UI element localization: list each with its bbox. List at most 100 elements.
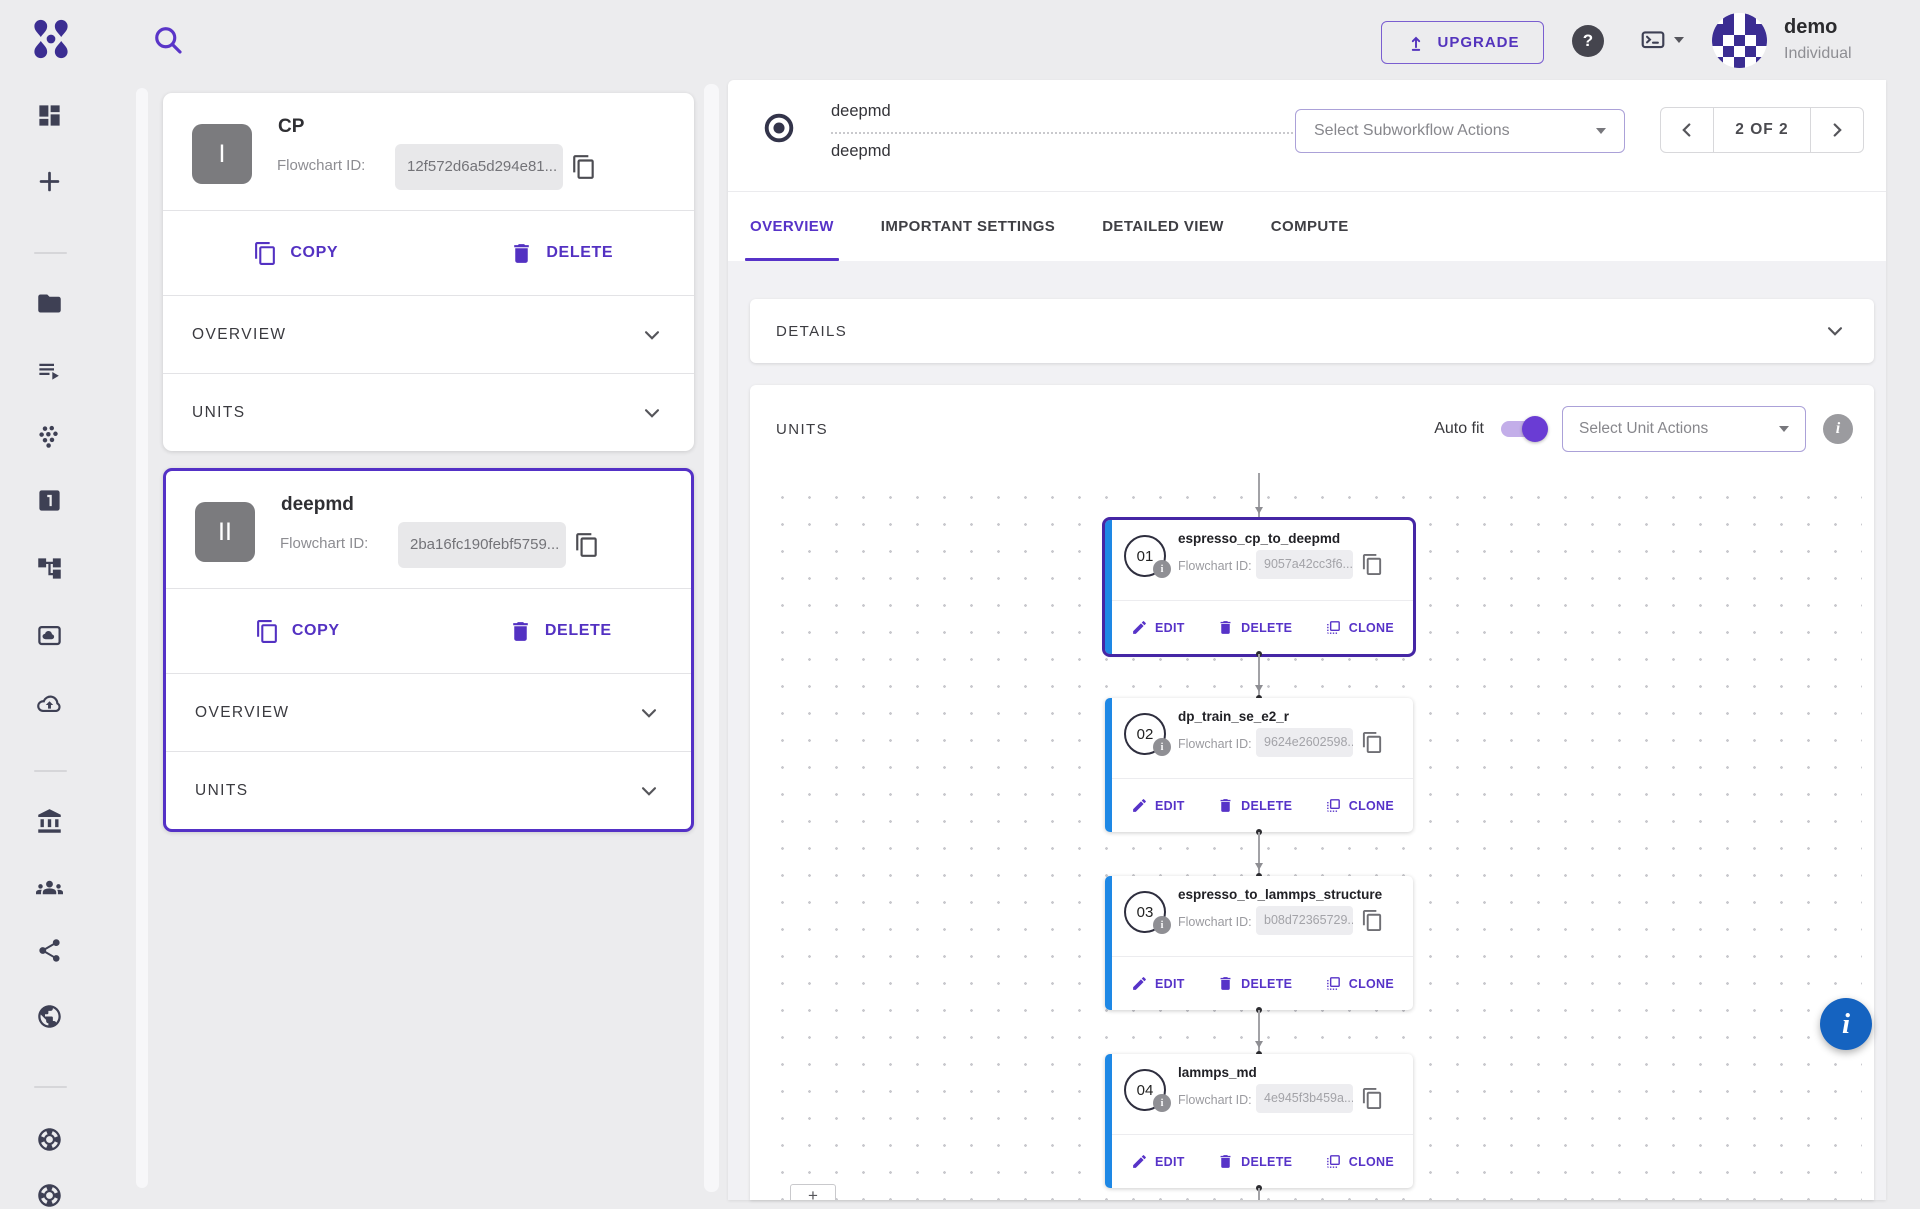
tab-detailed-view[interactable]: DETAILED VIEW (1102, 191, 1224, 261)
units-section-toggle[interactable]: UNITS (163, 374, 694, 451)
radio-selected-icon (761, 110, 797, 146)
sidebar-divider (34, 770, 67, 772)
sidebar-item-dashboard-icon[interactable] (36, 102, 63, 129)
units-section-toggle[interactable]: UNITS (166, 752, 691, 829)
unit-clone-button[interactable]: CLONE (1325, 1153, 1394, 1170)
pager-next-button[interactable] (1811, 108, 1863, 152)
unit-delete-button[interactable]: DELETE (1217, 975, 1292, 992)
flowchart-id-value[interactable]: 9057a42cc3f6... (1256, 550, 1353, 579)
flow-connector (1105, 1188, 1413, 1200)
overview-section-toggle[interactable]: OVERVIEW (166, 674, 691, 751)
chevron-down-icon (636, 778, 662, 804)
sidebar-item-create-icon[interactable] (36, 168, 63, 195)
copy-id-icon[interactable] (1361, 1087, 1384, 1110)
unit-delete-button[interactable]: DELETE (1217, 797, 1292, 814)
select-subworkflow-actions-dropdown[interactable]: Select Subworkflow Actions (1295, 109, 1625, 153)
sidebar-item-team-icon[interactable] (36, 874, 63, 901)
chevron-down-icon (1779, 426, 1789, 432)
copy-id-icon[interactable] (1361, 731, 1384, 754)
details-section-toggle[interactable]: DETAILS (750, 299, 1874, 363)
flowchart-id-label: Flowchart ID: (1178, 1093, 1252, 1107)
tab-bar: OVERVIEW IMPORTANT SETTINGS DETAILED VIE… (728, 191, 1886, 262)
unit-node-dp-train-se-e2-r[interactable]: 02 i dp_train_se_e2_r Flowchart ID: 9624… (1105, 698, 1413, 832)
unit-node-espresso-to-lammps-structure[interactable]: 03 i espresso_to_lammps_structure Flowch… (1105, 876, 1413, 1010)
unit-info-badge[interactable]: i (1153, 916, 1171, 934)
copy-id-icon[interactable] (571, 154, 597, 180)
unit-delete-button[interactable]: DELETE (1217, 619, 1292, 636)
unit-clone-button[interactable]: CLONE (1325, 619, 1394, 636)
pager-prev-button[interactable] (1661, 108, 1713, 152)
subworkflow-card-deepmd[interactable]: II deepmd Flowchart ID: 2ba16fc190febf57… (163, 468, 694, 832)
units-info-icon[interactable]: i (1823, 414, 1853, 444)
unit-delete-button[interactable]: DELETE (1217, 1153, 1292, 1170)
main-panel-scrollbar[interactable] (704, 84, 719, 1192)
unit-node-espresso-cp-to-deepmd[interactable]: 01 i espresso_cp_to_deepmd Flowchart ID:… (1105, 520, 1413, 654)
sidebar-item-support-icon[interactable] (36, 1126, 63, 1153)
flowchart-id-value[interactable]: 12f572d6a5d294e81... (395, 144, 563, 190)
sidebar-item-share-icon[interactable] (36, 937, 63, 964)
unit-title: espresso_to_lammps_structure (1178, 887, 1382, 902)
trash-icon (509, 241, 534, 266)
chevron-down-icon (636, 700, 662, 726)
app-logo-icon[interactable] (28, 16, 74, 62)
units-section: UNITS Auto fit Select Unit Actions i (750, 385, 1874, 1200)
flowchart-id-value[interactable]: 4e945f3b459a... (1256, 1084, 1353, 1113)
left-panel-scrollbar[interactable] (136, 88, 148, 1188)
unit-number: 03 i (1124, 891, 1166, 933)
copy-icon (255, 619, 280, 644)
overview-content: DETAILS UNITS Auto fit Select Unit Actio… (728, 261, 1886, 1200)
unit-edit-button[interactable]: EDIT (1131, 1153, 1185, 1170)
help-icon[interactable]: ? (1572, 25, 1604, 57)
select-unit-actions-dropdown[interactable]: Select Unit Actions (1562, 406, 1806, 452)
auto-fit-toggle[interactable] (1501, 421, 1545, 437)
user-avatar[interactable] (1712, 13, 1767, 68)
canvas-zoom-in-button[interactable]: + (790, 1184, 836, 1200)
flowchart-id-value[interactable]: 9624e2602598... (1256, 728, 1353, 757)
copy-id-icon[interactable] (1361, 553, 1384, 576)
unit-info-badge[interactable]: i (1153, 1094, 1171, 1112)
unit-edit-button[interactable]: EDIT (1131, 619, 1185, 636)
sidebar-item-flowchart-icon[interactable] (36, 555, 63, 582)
info-fab-button[interactable]: i (1820, 998, 1872, 1050)
terminal-icon (1638, 27, 1668, 53)
subworkflow-card-cp[interactable]: I CP Flowchart ID: 12f572d6a5d294e81... … (163, 93, 694, 451)
unit-node-lammps-md[interactable]: 04 i lammps_md Flowchart ID: 4e945f3b459… (1105, 1054, 1413, 1188)
subworkflow-title: deepmd (281, 494, 354, 516)
flowchart-id-label: Flowchart ID: (277, 157, 365, 174)
unit-clone-button[interactable]: CLONE (1325, 797, 1394, 814)
tab-overview[interactable]: OVERVIEW (750, 191, 834, 261)
flowchart-canvas[interactable]: 01 i espresso_cp_to_deepmd Flowchart ID:… (762, 473, 1862, 1200)
copy-id-icon[interactable] (574, 532, 600, 558)
unit-number: 04 i (1124, 1069, 1166, 1111)
upgrade-button[interactable]: UPGRADE (1381, 21, 1544, 64)
sidebar-divider (34, 1086, 67, 1088)
sidebar-item-media-icon[interactable] (36, 622, 63, 649)
sidebar-item-upload-icon[interactable] (36, 690, 63, 717)
sidebar-item-organization-icon[interactable] (36, 808, 63, 835)
copy-subworkflow-button[interactable]: COPY (166, 589, 429, 673)
sidebar-item-public-icon[interactable] (36, 1003, 63, 1030)
unit-edit-button[interactable]: EDIT (1131, 797, 1185, 814)
delete-subworkflow-button[interactable]: DELETE (429, 589, 692, 673)
sidebar-item-jobs-icon[interactable] (36, 357, 63, 384)
sidebar-item-folder-icon[interactable] (36, 290, 63, 317)
unit-info-badge[interactable]: i (1153, 738, 1171, 756)
copy-subworkflow-button[interactable]: COPY (163, 211, 429, 295)
sidebar-item-more-icon[interactable] (36, 1182, 63, 1209)
tab-important-settings[interactable]: IMPORTANT SETTINGS (881, 191, 1055, 261)
tab-compute[interactable]: COMPUTE (1271, 191, 1349, 261)
unit-clone-button[interactable]: CLONE (1325, 975, 1394, 992)
overview-section-toggle[interactable]: OVERVIEW (163, 296, 694, 373)
flowchart-id-value[interactable]: 2ba16fc190febf5759... (398, 522, 566, 568)
user-plan: Individual (1784, 45, 1852, 63)
flowchart-id-value[interactable]: b08d72365729... (1256, 906, 1353, 935)
unit-edit-button[interactable]: EDIT (1131, 975, 1185, 992)
sidebar-item-workflows-icon[interactable] (36, 487, 63, 514)
workflow-title: deepmd (831, 102, 891, 121)
search-icon[interactable] (150, 22, 186, 58)
copy-id-icon[interactable] (1361, 909, 1384, 932)
delete-subworkflow-button[interactable]: DELETE (429, 211, 695, 295)
unit-info-badge[interactable]: i (1153, 560, 1171, 578)
console-menu-button[interactable] (1638, 27, 1684, 53)
sidebar-item-materials-icon[interactable] (36, 423, 63, 450)
